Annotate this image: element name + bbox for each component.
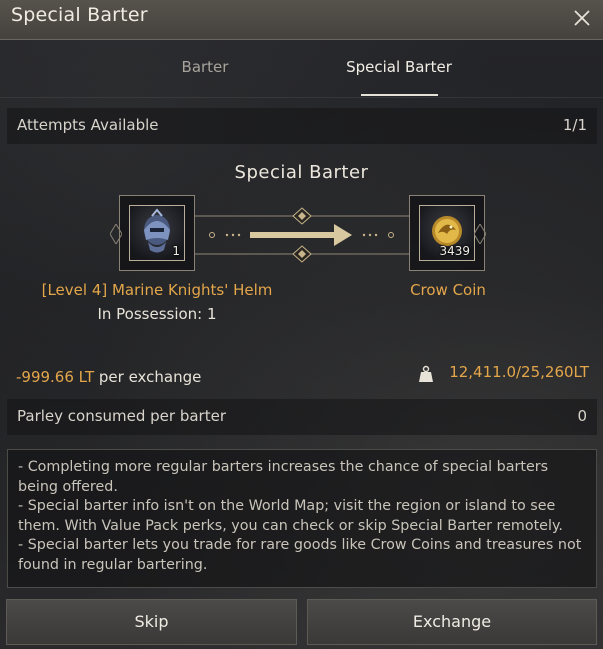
weight-change-value: -999.66 LT	[16, 368, 95, 386]
attempts-label: Attempts Available	[17, 116, 159, 134]
give-item-frame: 1	[129, 205, 185, 261]
receive-item-slot[interactable]: 3439	[409, 195, 486, 271]
exchange-heading: Special Barter	[234, 162, 369, 183]
title-bar: Special Barter	[0, 0, 603, 40]
weight-change-suffix: per exchange	[94, 368, 202, 386]
give-item-name: [Level 4] Marine Knights' Helm	[41, 281, 273, 299]
weight-icon	[419, 365, 433, 382]
receive-item-frame: 3439	[419, 205, 475, 261]
receive-item-quantity: 3439	[439, 244, 470, 258]
tab-special-barter[interactable]: Special Barter	[340, 58, 458, 76]
exchange-button[interactable]: Exchange	[307, 599, 597, 645]
give-item-slot[interactable]: 1	[110, 195, 195, 271]
parley-label: Parley consumed per barter	[17, 407, 226, 425]
parley-row: Parley consumed per barter 0	[7, 399, 597, 435]
info-line: - Special barter lets you trade for rare…	[18, 537, 582, 573]
exchange-arrow-icon	[194, 207, 410, 263]
tab-bar: Barter Special Barter	[0, 50, 603, 96]
possession-count: In Possession: 1	[97, 305, 217, 323]
close-icon[interactable]	[568, 4, 596, 32]
divider	[0, 97, 603, 98]
info-line: - Special barter info isn't on the World…	[18, 498, 563, 534]
attempts-value: 1/1	[562, 116, 587, 134]
receive-item-name: Crow Coin	[410, 281, 486, 299]
attempts-row: Attempts Available 1/1	[7, 108, 597, 144]
info-line: - Completing more regular barters increa…	[18, 459, 549, 495]
special-barter-window: Special Barter Barter Special Barter Att…	[0, 0, 603, 649]
info-box: - Completing more regular barters increa…	[7, 449, 597, 588]
weight-per-exchange: -999.66 LT per exchange	[16, 368, 201, 386]
weight-capacity: 12,411.0/25,260LT	[449, 363, 589, 381]
parley-value: 0	[577, 407, 587, 425]
give-item-quantity: 1	[172, 244, 180, 258]
skip-button[interactable]: Skip	[6, 599, 297, 645]
tab-barter[interactable]: Barter	[164, 58, 246, 76]
active-tab-indicator	[361, 94, 438, 96]
window-title: Special Barter	[11, 4, 148, 26]
